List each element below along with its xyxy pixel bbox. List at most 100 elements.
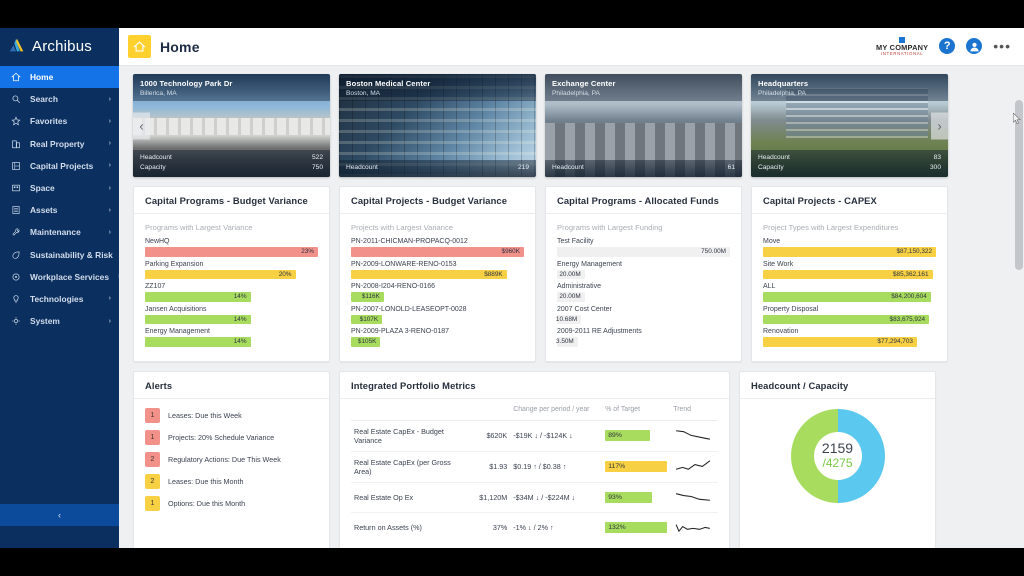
alert-count-badge: 2 xyxy=(145,473,160,489)
bar-row[interactable]: PN-2007-LONOLD-LEASEOPT-0028 $107K xyxy=(351,305,524,324)
chevron-right-icon: › xyxy=(108,184,111,192)
alert-item[interactable]: 2 Leases: Due this Month xyxy=(145,473,318,489)
widget-subtitle: Programs with Largest Funding xyxy=(557,223,663,232)
carousel-next-button[interactable]: › xyxy=(931,112,948,139)
home-badge-icon[interactable] xyxy=(128,35,151,58)
bar-row[interactable]: Jansen Acquisitions 14% xyxy=(145,306,318,324)
building-card[interactable]: 1000 Technology Park Dr Billerica, MA He… xyxy=(133,74,330,177)
sidebar-item-search[interactable]: Search › xyxy=(0,88,119,110)
metric-target: 117% xyxy=(602,450,671,482)
widget-title: Capital Projects - CAPEX xyxy=(752,187,947,214)
sidebar-item-technologies[interactable]: Technologies › xyxy=(0,288,119,310)
bar-fill: 14% xyxy=(145,292,251,302)
building-card-stats: Headcount 83 Capacity 300 xyxy=(751,149,948,177)
sidebar-item-capital-projects[interactable]: Capital Projects › xyxy=(0,155,119,177)
bar-row[interactable]: ZZ107 14% xyxy=(145,283,318,302)
help-icon[interactable]: ? xyxy=(939,38,956,55)
bar-label: PN-2007-LONOLD-LEASEOPT-0028 xyxy=(351,305,467,313)
building-name: 1000 Technology Park Dr xyxy=(140,79,233,88)
metric-change: -$19K ↓ / -$124K ↓ xyxy=(510,419,603,451)
metric-change: -$34M ↓ / -$224M ↓ xyxy=(510,481,603,512)
building-location: Boston, MA xyxy=(346,90,381,97)
building-card[interactable]: Boston Medical Center Boston, MA Headcou… xyxy=(339,74,536,177)
metric-trend xyxy=(670,481,718,512)
bar-row[interactable]: Move $87,150,322 xyxy=(763,238,936,257)
sidebar-label: Capital Projects xyxy=(30,160,94,171)
table-row[interactable]: Real Estate CapEx (per Gross Area) $1.93 $… xyxy=(351,450,718,482)
alert-count-badge: 1 xyxy=(145,407,160,423)
sidebar-item-space[interactable]: Space › xyxy=(0,177,119,199)
company-logo: MY COMPANY INTERNATIONAL xyxy=(876,36,929,57)
sidebar-item-real-property[interactable]: Real Property › xyxy=(0,133,119,155)
bar-row[interactable]: Energy Management 14% xyxy=(145,328,318,347)
col-value xyxy=(466,404,510,421)
company-tagline: INTERNATIONAL xyxy=(881,51,924,57)
bar-list: Test Facility 750.00M Energy Management 20.… xyxy=(556,238,730,347)
bar-label: Site Work xyxy=(763,260,794,268)
content-scrollbar[interactable] xyxy=(1014,66,1024,548)
archibus-logo-icon xyxy=(8,37,26,55)
bar-row[interactable]: Site Work $85,362,161 xyxy=(763,260,936,279)
sidebar-item-sustainability-risk[interactable]: Sustainability & Risk › xyxy=(0,244,124,266)
bar-row[interactable]: 2009-2011 RE Adjustments 3.50M xyxy=(556,328,730,347)
company-name: MY COMPANY xyxy=(876,42,929,52)
col-metric xyxy=(351,404,466,421)
widget-body: Project Types with Largest Expenditures … xyxy=(752,214,947,361)
building-location: Philadelphia, PA xyxy=(552,90,600,97)
widget-title: Capital Programs - Allocated Funds xyxy=(546,187,741,214)
bar-row[interactable]: Energy Management 20.00M xyxy=(557,261,730,279)
sidebar-item-assets[interactable]: Assets › xyxy=(0,199,119,221)
sidebar-item-system[interactable]: System › xyxy=(0,310,119,332)
bar-row[interactable]: Parking Expansion 20% xyxy=(145,261,318,279)
screen-letterbox-bottom xyxy=(0,548,1024,576)
brand-logo[interactable]: Archibus xyxy=(0,28,119,64)
alert-count-badge: 1 xyxy=(145,495,160,511)
user-avatar[interactable] xyxy=(966,38,983,55)
alert-text: Regulatory Actions: Due This Week xyxy=(168,454,281,464)
bar-row[interactable]: PN-2008-I204-RENO-0166 $116K xyxy=(351,283,524,302)
bar-label: ZZ107 xyxy=(145,283,166,290)
screen-letterbox-top xyxy=(0,0,1024,28)
building-card[interactable]: Headquarters Philadelphia, PA Headcount 8… xyxy=(751,74,948,177)
alert-item[interactable]: 1 Projects: 20% Schedule Variance xyxy=(145,429,318,445)
table-row[interactable]: Real Estate Op Ex $1,120M -$34M ↓ / -$224M… xyxy=(351,481,718,512)
carousel-prev-button[interactable]: ‹ xyxy=(133,112,150,139)
sidebar-label: Real Property xyxy=(30,138,85,149)
bar-row[interactable]: PN-2009-LONWARE-RENO-0153 $889K xyxy=(351,261,524,279)
bar-fill: $84,200,604 xyxy=(763,292,931,302)
table-row[interactable]: Return on Assets (%) 37% -1% ↓ / 2% ↑ 132% xyxy=(351,511,718,542)
bar-row[interactable]: Property Disposal $83,675,924 xyxy=(763,306,936,324)
bar-row[interactable]: NewHQ 23% xyxy=(145,238,318,257)
alert-item[interactable]: 2 Regulatory Actions: Due This Week xyxy=(145,451,318,467)
widget-title: Integrated Portfolio Metrics xyxy=(340,372,729,399)
sidebar-item-maintenance[interactable]: Maintenance › xyxy=(0,221,119,243)
sidebar-item-workplace-services[interactable]: Workplace Services › xyxy=(0,266,120,288)
bar-label: Renovation xyxy=(763,328,799,335)
sidebar-collapse-button[interactable]: ‹ xyxy=(0,504,119,526)
target-pill: 93% xyxy=(605,491,653,503)
bar-row[interactable]: ALL $84,200,604 xyxy=(763,283,936,302)
widget-subtitle: Projects with Largest Variance xyxy=(351,223,453,232)
donut-center-label: 2159 /4275 xyxy=(813,431,862,480)
bar-row[interactable]: PN-2011-CHICMAN-PROPACQ-0012 $960K xyxy=(351,238,524,257)
sidebar-item-home[interactable]: Home xyxy=(0,66,119,89)
target-pill: 89% xyxy=(605,430,651,441)
service-icon xyxy=(11,272,21,282)
headcount-donut-chart: 2159 /4275 xyxy=(790,408,885,503)
bar-row[interactable]: Test Facility 750.00M xyxy=(557,238,730,257)
more-options-icon[interactable]: ••• xyxy=(993,39,1011,53)
widget-title: Headcount / Capacity xyxy=(740,372,935,399)
bar-row[interactable]: PN-2009-PLAZA 3-RENO-0187 $105K xyxy=(351,328,524,347)
alert-item[interactable]: 1 Options: Due this Month xyxy=(145,495,318,511)
bar-label: Administrative xyxy=(557,283,601,290)
bar-row[interactable]: Administrative 20.00M xyxy=(557,283,730,302)
col-trend: Trend xyxy=(673,405,692,413)
sidebar-item-favorites[interactable]: Favorites › xyxy=(0,110,119,132)
bar-row[interactable]: 2007 Cost Center 10.68M xyxy=(556,306,730,324)
building-card[interactable]: Exchange Center Philadelphia, PA Headcou… xyxy=(545,74,742,177)
alert-item[interactable]: 1 Leases: Due this Week xyxy=(145,407,318,423)
table-row[interactable]: Real Estate CapEx - Budget Variance $620K… xyxy=(351,419,718,451)
bar-fill: 20.00M xyxy=(557,269,585,279)
bar-row[interactable]: Renovation $77,294,703 xyxy=(763,328,936,347)
sidebar-label: Maintenance xyxy=(30,227,81,238)
